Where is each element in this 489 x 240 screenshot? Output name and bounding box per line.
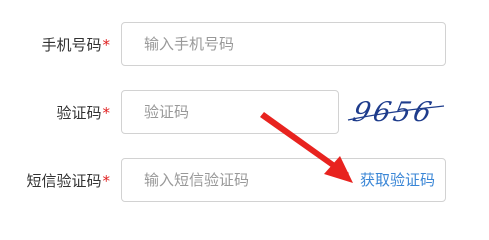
- sms-label-text: 短信验证码: [26, 172, 102, 190]
- captcha-row: 验证码* 9656: [0, 90, 489, 136]
- required-mark: *: [102, 104, 111, 122]
- required-mark: *: [102, 172, 111, 190]
- sms-code-input[interactable]: [122, 159, 342, 201]
- verification-form: 手机号码* 验证码* 9656 短信验证码* 获取验证码: [0, 0, 489, 205]
- sms-field-container: 获取验证码: [121, 158, 446, 202]
- sms-label: 短信验证码*: [26, 158, 110, 204]
- phone-input[interactable]: [121, 22, 446, 66]
- captcha-label: 验证码*: [56, 90, 110, 136]
- sms-row: 短信验证码* 获取验证码: [0, 158, 489, 204]
- phone-label-text: 手机号码: [41, 36, 102, 54]
- captcha-label-text: 验证码: [56, 104, 102, 122]
- required-mark: *: [102, 36, 111, 54]
- captcha-image[interactable]: 9656: [346, 90, 446, 134]
- get-sms-code-button[interactable]: 获取验证码: [360, 159, 435, 201]
- phone-label: 手机号码*: [41, 22, 110, 68]
- captcha-text: 9656: [350, 97, 437, 128]
- captcha-input[interactable]: [121, 90, 339, 134]
- phone-row: 手机号码*: [0, 22, 489, 68]
